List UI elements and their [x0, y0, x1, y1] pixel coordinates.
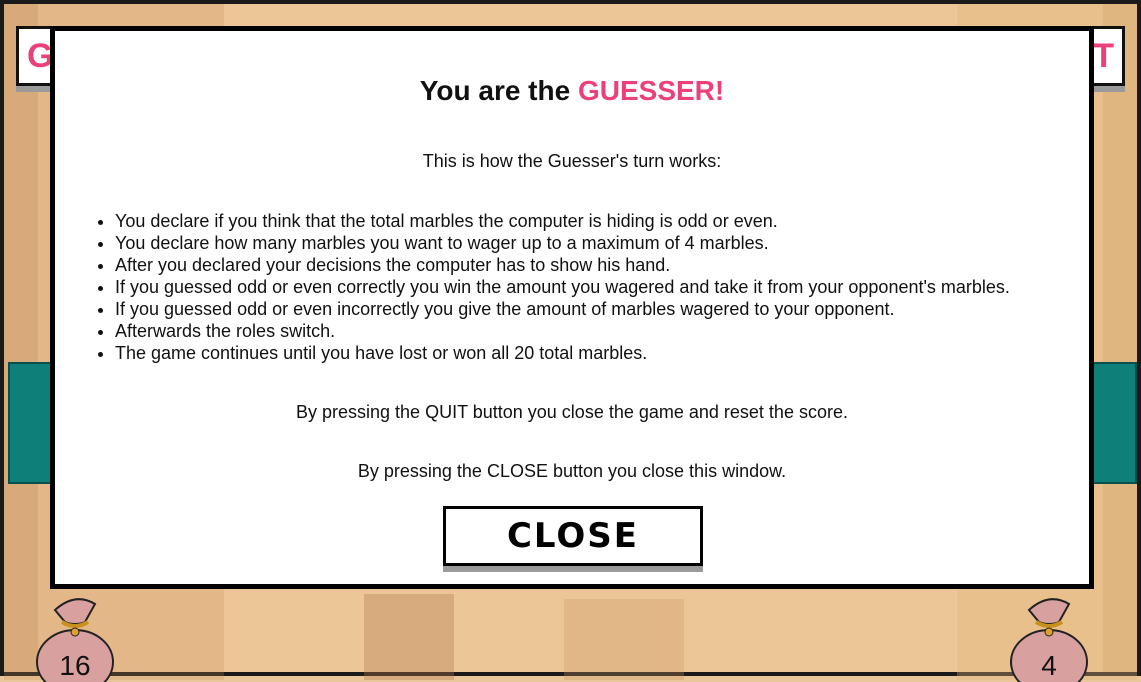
rule-item: The game continues until you have lost o…: [115, 342, 1089, 364]
player-marble-bag: 16: [30, 592, 120, 682]
background-window: [564, 599, 684, 680]
title-role: GUESSER!: [577, 75, 725, 106]
rule-item: If you guessed odd or even correctly you…: [115, 276, 1089, 298]
quit-note: By pressing the QUIT button you close th…: [296, 402, 848, 422]
close-note: By pressing the CLOSE button you close t…: [357, 461, 787, 481]
rule-item: After you declared your decisions the co…: [115, 254, 1089, 276]
player-marble-count: 16: [59, 650, 91, 681]
close-button[interactable]: CLOSE: [443, 506, 703, 566]
title-prefix: You are the: [419, 75, 578, 106]
rule-item: You declare how many marbles you want to…: [115, 232, 1089, 254]
rule-item: If you guessed odd or even incorrectly y…: [115, 298, 1089, 320]
rule-item: You declare if you think that the total …: [115, 210, 1089, 232]
intro-text: This is how the Guesser's turn works:: [422, 151, 722, 171]
background-door: [364, 594, 454, 680]
modal-title: You are the GUESSER!: [55, 75, 1089, 107]
rules-list: You declare if you think that the total …: [55, 210, 1089, 364]
rule-item: Afterwards the roles switch.: [115, 320, 1089, 342]
instructions-modal: You are the GUESSER! This is how the Gue…: [50, 26, 1094, 589]
computer-marble-bag: 4: [1004, 592, 1094, 682]
computer-marble-count: 4: [1041, 650, 1057, 681]
